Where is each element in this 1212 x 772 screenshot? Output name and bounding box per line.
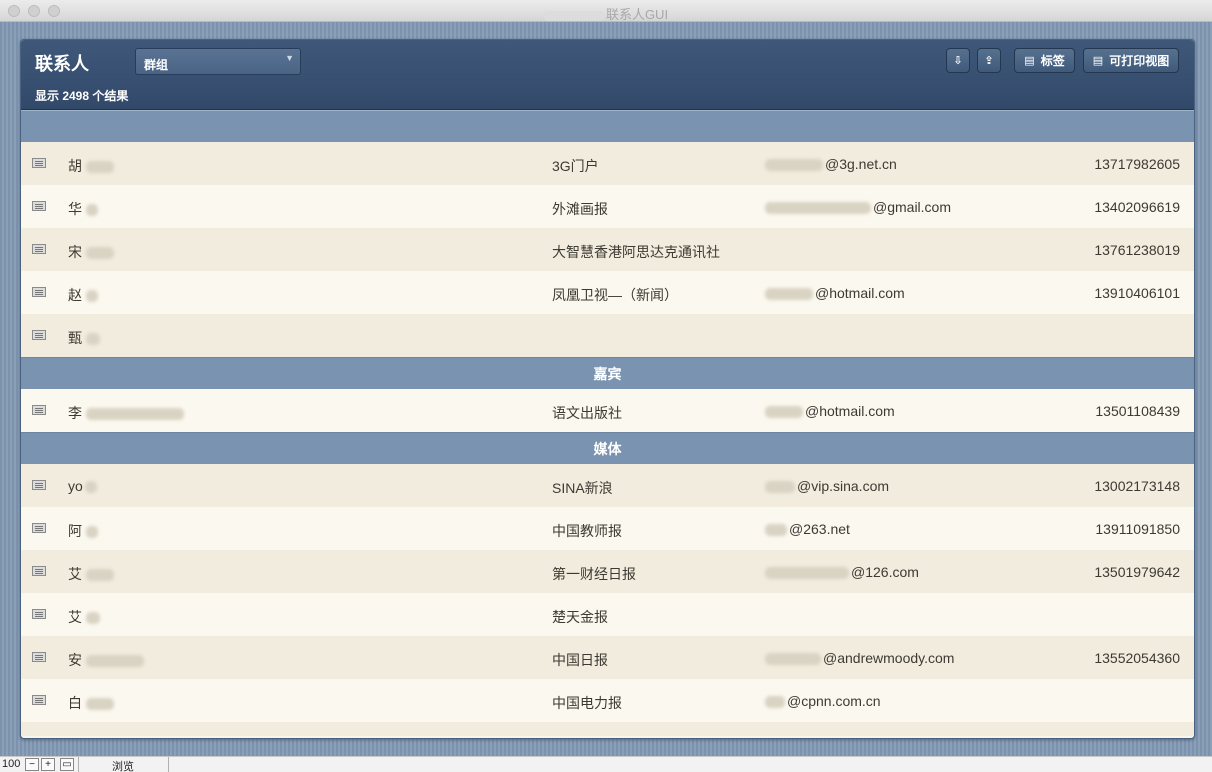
print-view-button[interactable]: ▤ 可打印视图 (1083, 48, 1179, 73)
group-select-value: 群组 (144, 58, 169, 72)
sort-icon: ⇩ (953, 55, 963, 67)
contact-row[interactable]: 甄 (21, 314, 1194, 357)
contact-phone: 13402096619 (1094, 199, 1180, 215)
contact-name: 宋 (68, 242, 114, 262)
contact-phone: 13761238019 (1094, 242, 1180, 258)
contact-email[interactable]: @263.net (765, 521, 850, 537)
zoom-in-button[interactable]: + (41, 758, 55, 771)
contact-name: yo (68, 478, 97, 494)
contact-org: 中国教师报 (552, 523, 622, 539)
contact-card-icon[interactable] (32, 158, 46, 168)
contact-row[interactable]: yo SINA新浪 @vip.sina.com 13002173148 (21, 464, 1194, 507)
page-title: 联系人 (35, 54, 89, 74)
contact-email[interactable]: @hotmail.com (765, 285, 905, 301)
contact-org: 中国日报 (552, 652, 608, 668)
window-titlebar: 联系人GUI (0, 0, 1212, 22)
group-header-media: 媒体 (21, 432, 1194, 464)
contact-card-icon[interactable] (32, 330, 46, 340)
result-count: 显示 2498 个结果 (35, 89, 129, 103)
contact-card-icon[interactable] (32, 480, 46, 490)
group-header-guests: 嘉宾 (21, 357, 1194, 389)
contact-row[interactable]: 艾 楚天金报 (21, 593, 1194, 636)
contact-phone: 13717982605 (1094, 156, 1180, 172)
contact-name: 胡 (68, 156, 114, 176)
contact-card-icon[interactable] (32, 244, 46, 254)
labels-button-label: 标签 (1040, 54, 1065, 68)
contact-org: 楚天金报 (552, 609, 608, 625)
contact-row[interactable]: 赵 凤凰卫视—（新闻） @hotmail.com 13910406101 (21, 271, 1194, 314)
group-select[interactable]: 群组 ▼ (135, 48, 301, 75)
window-title: 联系人GUI (0, 4, 1212, 23)
contact-name: 白 (68, 693, 114, 713)
contact-name: 李 (68, 403, 184, 423)
contact-name: 华 (68, 199, 98, 219)
zoom-level[interactable]: 100 (2, 758, 20, 770)
status-divider (78, 757, 79, 772)
contact-card-icon[interactable] (32, 201, 46, 211)
contacts-panel: 联系人 群组 ▼ 显示 2498 个结果 ⇩ ⇪ ▤ 标签 ▤ 可打印视图 胡 … (20, 39, 1195, 739)
contact-card-icon[interactable] (32, 566, 46, 576)
group-header-empty (21, 110, 1194, 142)
printer-icon: ▤ (1024, 55, 1035, 67)
status-divider (168, 757, 169, 772)
contact-card-icon[interactable] (32, 523, 46, 533)
contact-card-icon[interactable] (32, 609, 46, 619)
contact-card-icon[interactable] (32, 652, 46, 662)
print-view-button-label: 可打印视图 (1109, 54, 1170, 68)
contact-email[interactable]: @cpnn.com.cn (765, 693, 881, 709)
panel-header: 联系人 群组 ▼ 显示 2498 个结果 ⇩ ⇪ ▤ 标签 ▤ 可打印视图 (21, 40, 1194, 110)
export-icon: ⇪ (984, 55, 994, 67)
contact-card-icon[interactable] (32, 695, 46, 705)
contact-row[interactable]: 安 中国日报 @andrewmoody.com 13552054360 (21, 636, 1194, 679)
contact-row[interactable]: 阿 中国教师报 @263.net 13911091850 (21, 507, 1194, 550)
contact-phone: 13552054360 (1094, 650, 1180, 666)
mode-label[interactable]: 浏览 (112, 758, 134, 772)
contact-email[interactable]: @vip.sina.com (765, 478, 889, 494)
contact-card-icon[interactable] (32, 287, 46, 297)
contact-email[interactable]: @126.com (765, 564, 919, 580)
contact-phone: 13002173148 (1094, 478, 1180, 494)
status-bar: 100 − + ▭ 浏览 (0, 756, 1212, 772)
contact-email[interactable]: @gmail.com (765, 199, 951, 215)
contact-org: 第一财经日报 (552, 566, 636, 582)
contact-row[interactable]: 华 外滩画报 @gmail.com 13402096619 (21, 185, 1194, 228)
printer-icon: ▤ (1092, 55, 1104, 67)
contact-name: 安 (68, 650, 144, 670)
sort-button[interactable]: ⇩ (946, 48, 970, 73)
contact-email[interactable]: @hotmail.com (765, 403, 895, 419)
chevron-down-icon: ▼ (285, 53, 294, 63)
layout-background: 联系人 群组 ▼ 显示 2498 个结果 ⇩ ⇪ ▤ 标签 ▤ 可打印视图 胡 … (0, 22, 1212, 756)
contact-email[interactable]: @3g.net.cn (765, 156, 897, 172)
status-area-toggle-button[interactable]: ▭ (60, 758, 74, 771)
contact-org: 外滩画报 (552, 201, 608, 217)
contact-org: 中国电力报 (552, 695, 622, 711)
contact-phone: 13501108439 (1095, 403, 1180, 419)
contact-phone: 13910406101 (1094, 285, 1180, 301)
contact-name: 艾 (68, 564, 114, 584)
export-button[interactable]: ⇪ (977, 48, 1001, 73)
contact-row[interactable]: 李 语文出版社 @hotmail.com 13501108439 (21, 389, 1194, 432)
contact-card-icon[interactable] (32, 405, 46, 415)
contact-email[interactable]: @andrewmoody.com (765, 650, 954, 666)
contact-row-partial (21, 722, 1194, 736)
contact-org: SINA新浪 (552, 480, 613, 496)
contact-org: 大智慧香港阿思达克通讯社 (552, 244, 720, 260)
labels-button[interactable]: ▤ 标签 (1014, 48, 1075, 73)
contact-phone: 13501979642 (1094, 564, 1180, 580)
contact-name: 甄 (68, 328, 100, 348)
zoom-out-button[interactable]: − (25, 758, 39, 771)
contact-name: 阿 (68, 521, 98, 541)
contact-phone: 13911091850 (1095, 521, 1180, 537)
contact-name: 赵 (68, 285, 98, 305)
contact-row[interactable]: 白 中国电力报 @cpnn.com.cn (21, 679, 1194, 722)
contact-name: 艾 (68, 607, 100, 627)
contact-org: 语文出版社 (552, 405, 622, 421)
contact-row[interactable]: 宋 大智慧香港阿思达克通讯社 13761238019 (21, 228, 1194, 271)
contact-org: 凤凰卫视—（新闻） (552, 287, 678, 303)
contact-row[interactable]: 艾 第一财经日报 @126.com 13501979642 (21, 550, 1194, 593)
contact-row[interactable]: 胡 3G门户 @3g.net.cn 13717982605 (21, 142, 1194, 185)
contact-org: 3G门户 (552, 158, 599, 174)
